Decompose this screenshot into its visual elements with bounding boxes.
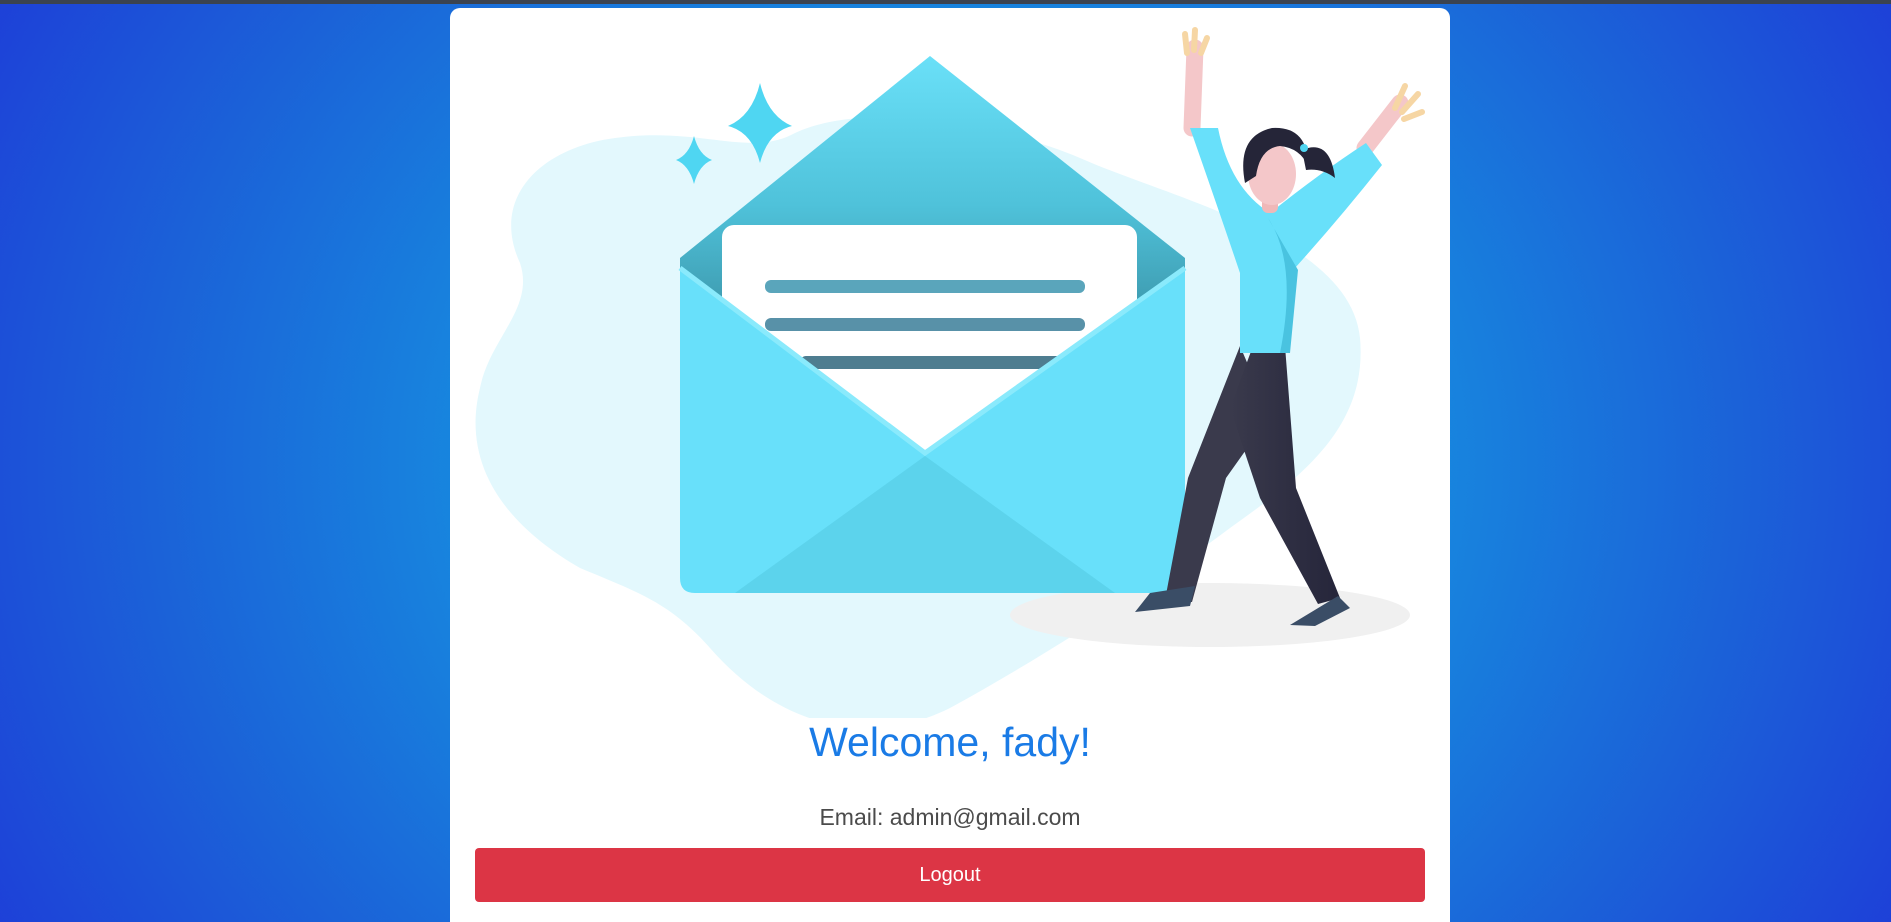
welcome-heading: Welcome, fady! [809,719,1091,765]
logout-button[interactable]: Logout [475,848,1425,902]
woman-ponytail [1302,147,1335,178]
letter-line-1 [765,280,1085,293]
open-envelope-celebration-illustration [475,27,1425,718]
woman-left-hand [1182,27,1210,56]
email-label: Email: [819,804,884,830]
woman-hair-tie [1300,144,1308,152]
letter-line-2 [765,318,1085,331]
email-row: Email: admin@gmail.com [450,803,1450,831]
email-value: admin@gmail.com [889,804,1081,830]
browser-top-strip [0,0,1891,4]
welcome-card: Welcome, fady! Email: admin@gmail.com Lo… [450,8,1450,922]
woman-left-arm [1183,39,1204,137]
letter-line-3 [800,356,1070,369]
